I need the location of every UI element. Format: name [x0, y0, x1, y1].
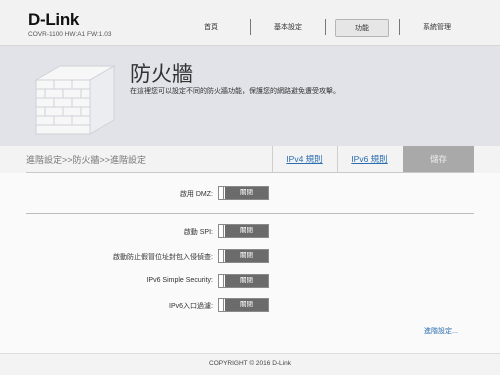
- model-info: COVR-1100 HW:A1 FW:1.03: [28, 31, 112, 38]
- page-title: 防火牆: [130, 62, 193, 86]
- anti-spoof-toggle[interactable]: 關閉: [218, 249, 269, 263]
- ipv6-simple-security-label: IPv6 Simple Security:: [146, 277, 213, 284]
- dmz-label: 啟用 DMZ:: [179, 191, 213, 198]
- toggle-state: 關閉: [225, 275, 268, 287]
- ipv6-ingress-label: IPv6入口過濾:: [169, 303, 213, 310]
- nav-separator: [399, 19, 400, 35]
- anti-spoof-label: 啟動防止假冒位址封包入侵偵查:: [113, 254, 213, 261]
- copyright: COPYRIGHT © 2016 D-Link: [209, 360, 291, 367]
- breadcrumb: 進階設定>>防火牆>>進階設定: [26, 155, 147, 165]
- toggle-state: 關閉: [225, 187, 268, 199]
- ipv6-simple-security-toggle[interactable]: 關閉: [218, 274, 269, 288]
- toggle-knob: [219, 187, 224, 199]
- nav-separator: [325, 19, 326, 35]
- ipv6-ingress-toggle[interactable]: 關閉: [218, 298, 269, 312]
- section-divider: [26, 213, 474, 214]
- nav-separator: [250, 19, 251, 35]
- nav-features[interactable]: 功能: [335, 19, 389, 37]
- toggle-knob: [219, 250, 224, 262]
- dlink-logo: D-Link: [28, 10, 80, 29]
- nav-management[interactable]: 系統管理: [410, 19, 464, 37]
- brick-wall-icon: [34, 65, 116, 135]
- toggle-state: 關閉: [225, 299, 268, 311]
- dmz-toggle[interactable]: 關閉: [218, 186, 269, 200]
- advanced-settings-link[interactable]: 進階設定...: [424, 326, 458, 336]
- ipv6-rules-link[interactable]: IPv6 規則: [337, 146, 401, 172]
- toggle-knob: [219, 299, 224, 311]
- toggle-state: 關閉: [225, 250, 268, 262]
- page-description: 在這裡您可以設定不同的防火牆功能，保護您的網路避免遭受攻擊。: [130, 88, 340, 95]
- save-button[interactable]: 儲存: [403, 146, 474, 172]
- nav-home[interactable]: 首頁: [185, 19, 237, 37]
- toggle-knob: [219, 225, 224, 237]
- spi-toggle[interactable]: 關閉: [218, 224, 269, 238]
- nav-settings[interactable]: 基本設定: [262, 19, 314, 37]
- toggle-state: 關閉: [225, 225, 268, 237]
- spi-label: 啟動 SPI:: [183, 229, 213, 236]
- toggle-knob: [219, 275, 224, 287]
- ipv4-rules-link[interactable]: IPv4 規則: [272, 146, 336, 172]
